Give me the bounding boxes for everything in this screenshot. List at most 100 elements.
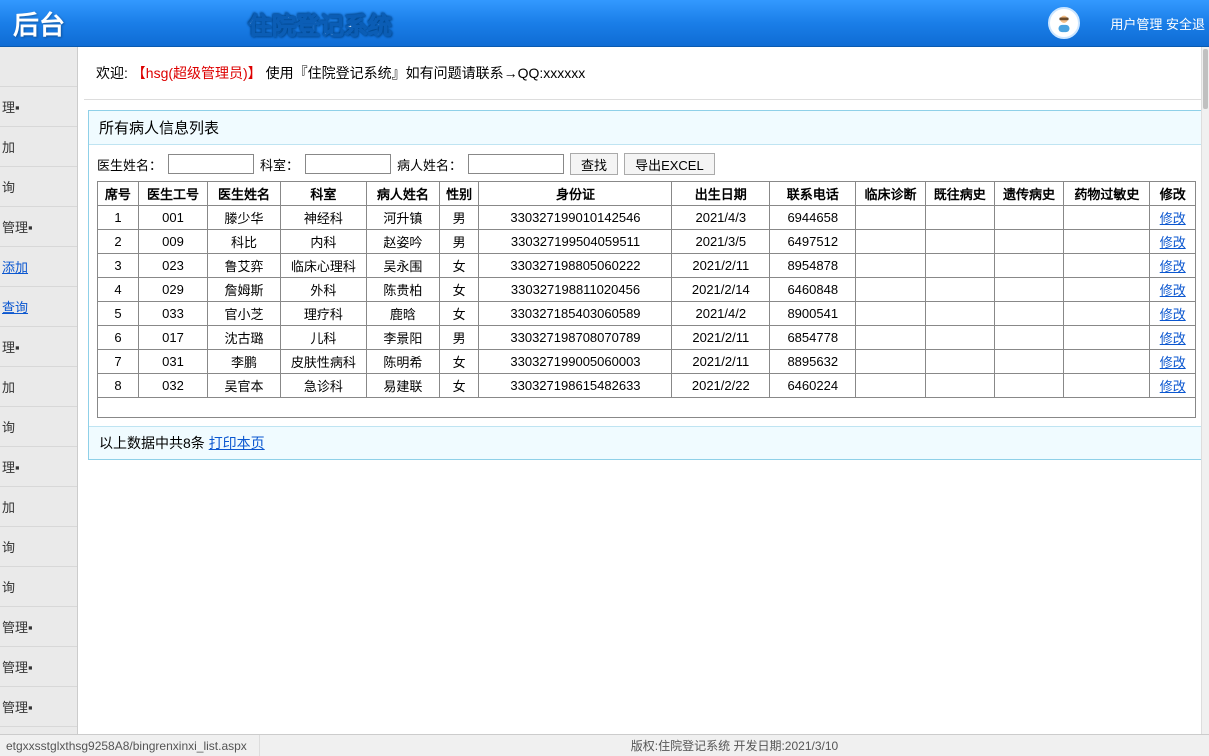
table-cell	[994, 278, 1063, 302]
table-cell	[925, 206, 994, 230]
table-cell: 4	[98, 278, 139, 302]
table-cell: 7	[98, 350, 139, 374]
table-cell: 2021/4/2	[672, 302, 770, 326]
table-row: 4029詹姆斯外科陈贵柏女3303271988110204562021/2/14…	[98, 278, 1196, 302]
sidebar-item-11[interactable]: 加	[0, 487, 77, 527]
search-button[interactable]: 查找	[570, 153, 618, 175]
patient-list-panel: 所有病人信息列表 医生姓名： 科室： 病人姓名： 查找 导出EXCEL 席号医生…	[88, 110, 1205, 460]
sidebar: 理▪加询管理▪添加查询理▪加询理▪加询询管理▪管理▪管理▪	[0, 47, 78, 734]
table-cell	[856, 230, 925, 254]
avatar-icon[interactable]	[1048, 7, 1080, 39]
modify-link[interactable]: 修改	[1160, 379, 1186, 394]
table-cell: 理疗科	[280, 302, 366, 326]
table-cell	[994, 374, 1063, 398]
table-cell	[1064, 254, 1150, 278]
table-cell: 鲁艾弈	[208, 254, 281, 278]
column-header: 修改	[1150, 182, 1196, 206]
table-cell: 009	[138, 230, 207, 254]
modify-link[interactable]: 修改	[1160, 331, 1186, 346]
table-cell: 吴永围	[367, 254, 440, 278]
table-cell: 023	[138, 254, 207, 278]
table-cell: 急诊科	[280, 374, 366, 398]
welcome-line: 欢迎: 【hsg(超级管理员)】 使用『住院登记系统』如有问题请联系→QQ:xx…	[84, 53, 1209, 93]
table-cell	[925, 374, 994, 398]
table-cell: 2021/2/11	[672, 350, 770, 374]
table-cell: 修改	[1150, 374, 1196, 398]
sidebar-item-14[interactable]: 管理▪	[0, 607, 77, 647]
scrollbar[interactable]	[1201, 47, 1209, 734]
table-cell: 330327199010142546	[479, 206, 672, 230]
sidebar-item-10[interactable]: 理▪	[0, 447, 77, 487]
user-mgmt-link[interactable]: 用户管理	[1110, 17, 1162, 32]
table-cell: 1	[98, 206, 139, 230]
sidebar-item-15[interactable]: 管理▪	[0, 647, 77, 687]
table-cell: 神经科	[280, 206, 366, 230]
table-cell	[925, 254, 994, 278]
table-cell: 033	[138, 302, 207, 326]
table-cell: 詹姆斯	[208, 278, 281, 302]
sidebar-item-3[interactable]: 询	[0, 167, 77, 207]
table-cell	[925, 230, 994, 254]
table-cell	[856, 254, 925, 278]
table-cell	[994, 326, 1063, 350]
welcome-suffix: 使用『住院登记系统』如有问题请联系→QQ:xxxxxx	[266, 65, 586, 81]
table-cell	[1064, 350, 1150, 374]
sidebar-item-7[interactable]: 理▪	[0, 327, 77, 367]
table-cell: 8895632	[770, 350, 856, 374]
app-title: 住院登记系统	[248, 6, 392, 41]
sidebar-item-5[interactable]: 添加	[0, 247, 77, 287]
table-cell	[856, 278, 925, 302]
modify-link[interactable]: 修改	[1160, 283, 1186, 298]
table-cell: 女	[439, 254, 479, 278]
sidebar-item-0[interactable]	[0, 47, 77, 87]
table-cell: 修改	[1150, 302, 1196, 326]
sidebar-item-16[interactable]: 管理▪	[0, 687, 77, 727]
divider	[84, 99, 1209, 100]
table-cell	[994, 206, 1063, 230]
sidebar-item-12[interactable]: 询	[0, 527, 77, 567]
statusbar: etgxxsstglxthsg9258A8/bingrenxinxi_list.…	[0, 734, 1209, 756]
patient-name-input[interactable]	[468, 154, 564, 174]
status-copyright: 版权:住院登记系统 开发日期:2021/3/10	[260, 737, 1209, 754]
modify-link[interactable]: 修改	[1160, 259, 1186, 274]
table-cell: 男	[439, 326, 479, 350]
table-cell	[925, 302, 994, 326]
dept-input[interactable]	[305, 154, 391, 174]
table-row: 1001滕少华神经科河升镇男3303271990101425462021/4/3…	[98, 206, 1196, 230]
table-cell: 2021/2/22	[672, 374, 770, 398]
table-cell: 330327185403060589	[479, 302, 672, 326]
safe-exit-link[interactable]: 安全退	[1166, 17, 1205, 32]
footer-count: 以上数据中共8条	[99, 435, 205, 451]
table-cell: 2021/4/3	[672, 206, 770, 230]
column-header: 科室	[280, 182, 366, 206]
sidebar-item-2[interactable]: 加	[0, 127, 77, 167]
doctor-name-input[interactable]	[168, 154, 254, 174]
table-cell	[925, 326, 994, 350]
modify-link[interactable]: 修改	[1160, 307, 1186, 322]
table-cell: 029	[138, 278, 207, 302]
modify-link[interactable]: 修改	[1160, 235, 1186, 250]
sidebar-item-9[interactable]: 询	[0, 407, 77, 447]
table-cell: 女	[439, 374, 479, 398]
table-cell: 外科	[280, 278, 366, 302]
table-cell: 2	[98, 230, 139, 254]
table-cell: 6497512	[770, 230, 856, 254]
column-header: 医生姓名	[208, 182, 281, 206]
modify-link[interactable]: 修改	[1160, 211, 1186, 226]
print-page-link[interactable]: 打印本页	[209, 435, 265, 451]
modify-link[interactable]: 修改	[1160, 355, 1186, 370]
sidebar-item-8[interactable]: 加	[0, 367, 77, 407]
table-cell: 修改	[1150, 278, 1196, 302]
export-excel-button[interactable]: 导出EXCEL	[624, 153, 715, 175]
sidebar-item-1[interactable]: 理▪	[0, 87, 77, 127]
table-cell: 修改	[1150, 230, 1196, 254]
table-cell: 330327199504059511	[479, 230, 672, 254]
table-cell: 2021/3/5	[672, 230, 770, 254]
table-row: 6017沈古璐儿科李景阳男3303271987080707892021/2/11…	[98, 326, 1196, 350]
sidebar-item-6[interactable]: 查询	[0, 287, 77, 327]
backend-badge: 后台	[0, 0, 78, 47]
sidebar-item-4[interactable]: 管理▪	[0, 207, 77, 247]
column-header: 联系电话	[770, 182, 856, 206]
sidebar-item-13[interactable]: 询	[0, 567, 77, 607]
panel-title: 所有病人信息列表	[89, 111, 1204, 145]
